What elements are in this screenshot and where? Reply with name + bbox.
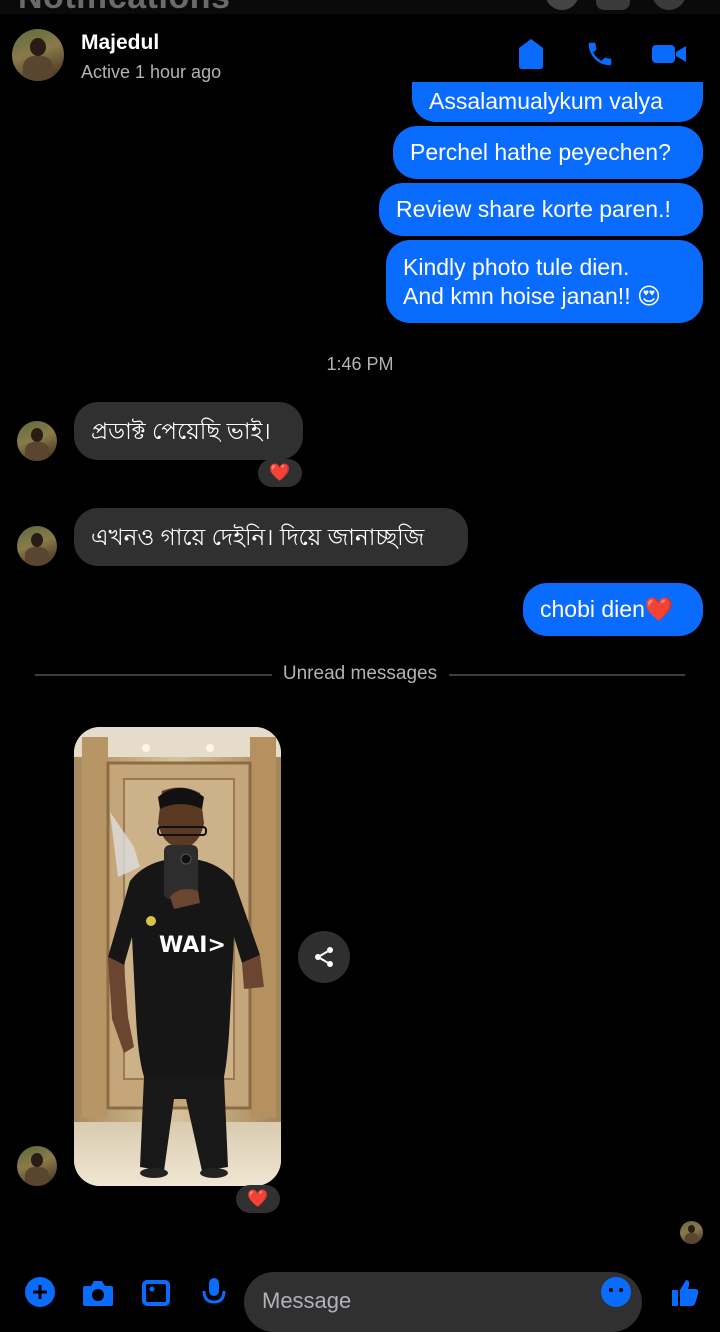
shirt-print-text: WAI> (159, 933, 226, 958)
contact-avatar[interactable] (12, 29, 64, 81)
contact-name[interactable]: Majedul (81, 31, 159, 55)
message-text-line: And kmn hoise janan!! 😍 (403, 282, 661, 309)
emoji-icon[interactable] (598, 1276, 634, 1312)
heart-reaction[interactable]: ❤️ (236, 1185, 280, 1213)
message-input-placeholder: Message (262, 1288, 352, 1313)
outgoing-message[interactable]: Review share korte paren.! (379, 183, 703, 236)
outgoing-message[interactable]: Kindly photo tule dien. And kmn hoise ja… (386, 240, 703, 323)
heart-reaction[interactable]: ❤️ (258, 459, 302, 487)
heart-icon: ❤️ (269, 463, 291, 482)
shield-icon[interactable] (513, 36, 549, 72)
background-avatar (545, 0, 579, 10)
outgoing-message[interactable]: Perchel hathe peyechen? (393, 126, 703, 179)
outgoing-message[interactable]: Assalamualykum valya (412, 82, 703, 122)
outgoing-message[interactable]: chobi dien❤️ (523, 583, 703, 636)
active-status: Active 1 hour ago (81, 62, 222, 82)
message-text: chobi dien❤️ (540, 596, 674, 622)
sender-avatar[interactable] (17, 1146, 57, 1186)
background-app-header: Notifications (0, 0, 720, 14)
plus-icon[interactable] (22, 1276, 58, 1312)
background-title: Notifications (18, 0, 230, 14)
unread-divider-right (449, 674, 685, 676)
message-timestamp: 1:46 PM (326, 354, 394, 374)
camera-icon[interactable] (80, 1276, 116, 1312)
share-button[interactable] (298, 931, 350, 983)
message-text: প্রডাক্ট পেয়েছি ভাই। (91, 417, 271, 444)
check-icon (596, 0, 630, 10)
sender-avatar[interactable] (17, 526, 57, 566)
incoming-message[interactable]: এখনও গায়ে দেইনি। দিয়ে জানাচ্ছজি (74, 508, 468, 566)
heart-icon: ❤️ (247, 1189, 269, 1208)
gallery-icon[interactable] (138, 1276, 174, 1312)
message-text: Review share korte paren.! (396, 196, 671, 222)
mirror-selfie-image: WAI> (74, 727, 281, 1186)
video-camera-icon[interactable] (651, 36, 687, 72)
sender-avatar[interactable] (17, 421, 57, 461)
microphone-icon[interactable] (196, 1276, 232, 1312)
share-icon (315, 947, 333, 967)
seen-indicator-avatar (680, 1221, 703, 1244)
message-text-line: Kindly photo tule dien. (403, 253, 630, 280)
message-text: Perchel hathe peyechen? (410, 139, 671, 165)
photo-attachment[interactable]: WAI> (74, 727, 281, 1186)
message-text: এখনও গায়ে দেইনি। দিয়ে জানাচ্ছজি (91, 523, 425, 550)
thumbs-up-icon[interactable] (666, 1276, 702, 1312)
phone-icon[interactable] (582, 36, 618, 72)
message-text: Assalamualykum valya (429, 88, 663, 114)
incoming-message[interactable]: প্রডাক্ট পেয়েছি ভাই। (74, 402, 303, 460)
search-icon (652, 0, 686, 10)
